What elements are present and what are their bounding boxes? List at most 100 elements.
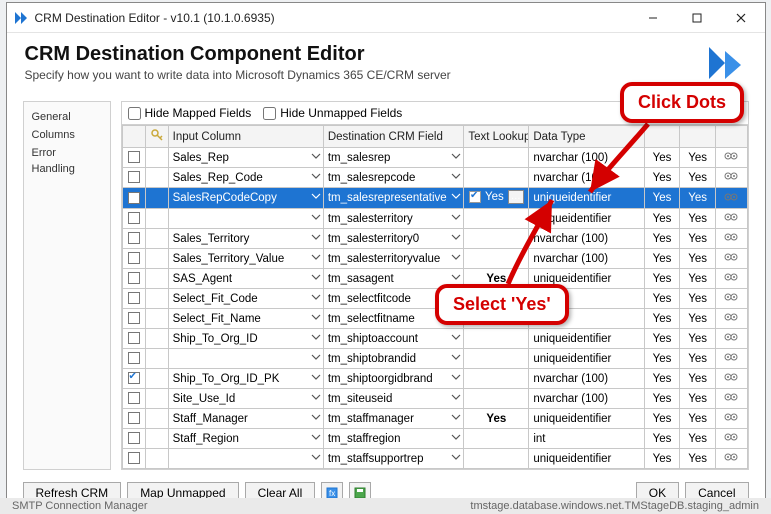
text-lookup-cell[interactable]	[464, 369, 529, 389]
table-row[interactable]: Ship_To_Org_IDtm_shiptoaccount uniqueiden…	[122, 329, 747, 349]
input-column-cell[interactable]: Staff_Manager	[168, 409, 323, 429]
row-checkbox[interactable]	[128, 372, 140, 384]
input-column-cell[interactable]	[168, 449, 323, 469]
destination-field-cell[interactable]: tm_shiptoorgidbrand	[323, 369, 464, 389]
destination-field-cell[interactable]: tm_salesrep	[323, 148, 464, 168]
text-lookup-cell[interactable]	[464, 389, 529, 409]
text-lookup-cell[interactable]	[464, 168, 529, 188]
row-settings-button[interactable]	[715, 269, 747, 289]
text-lookup-cell[interactable]	[464, 449, 529, 469]
row-settings-button[interactable]	[715, 168, 747, 188]
table-row[interactable]: Staff_Managertm_staffmanagerYesuniqueide…	[122, 409, 747, 429]
row-checkbox[interactable]	[128, 452, 140, 464]
input-column-cell[interactable]: Sales_Rep_Code	[168, 168, 323, 188]
text-lookup-cell[interactable]	[464, 349, 529, 369]
sidebar-item-general[interactable]: General	[30, 108, 104, 126]
input-column-cell[interactable]: Ship_To_Org_ID	[168, 329, 323, 349]
destination-field-cell[interactable]: tm_shiptobrandid	[323, 349, 464, 369]
input-column-cell[interactable]: SAS_Agent	[168, 269, 323, 289]
textlookup-checkbox[interactable]	[469, 191, 481, 203]
row-checkbox[interactable]	[128, 252, 140, 264]
key-icon	[150, 128, 164, 142]
row-checkbox[interactable]	[128, 392, 140, 404]
destination-field-cell[interactable]: tm_siteuseid	[323, 389, 464, 409]
table-row[interactable]: tm_staffsupportrepuniqueidentifierYesYes	[122, 449, 747, 469]
row-checkbox[interactable]	[128, 292, 140, 304]
input-column-cell[interactable]: Staff_Region	[168, 429, 323, 449]
destination-field-cell[interactable]: tm_staffsupportrep	[323, 449, 464, 469]
row-settings-button[interactable]	[715, 409, 747, 429]
hide-mapped-checkbox[interactable]: Hide Mapped Fields	[128, 106, 252, 120]
col-dest[interactable]: Destination CRM Field	[323, 126, 464, 148]
destination-field-cell[interactable]: tm_staffmanager	[323, 409, 464, 429]
table-row[interactable]: Sales_Territorytm_salesterritory0nvarcha…	[122, 229, 747, 249]
row-settings-button[interactable]	[715, 449, 747, 469]
row-settings-button[interactable]	[715, 249, 747, 269]
row-checkbox[interactable]	[128, 192, 140, 204]
row-settings-button[interactable]	[715, 148, 747, 168]
row-settings-button[interactable]	[715, 429, 747, 449]
row-checkbox[interactable]	[128, 232, 140, 244]
destination-field-cell[interactable]: tm_salesrepresentative	[323, 188, 464, 209]
text-lookup-cell[interactable]	[464, 148, 529, 168]
destination-field-cell[interactable]: tm_salesterritory	[323, 209, 464, 229]
col-textlookup[interactable]: Text Lookup	[464, 126, 529, 148]
input-column-cell[interactable]: Select_Fit_Code	[168, 289, 323, 309]
flag-col-2: Yes	[680, 369, 716, 389]
destination-field-cell[interactable]: tm_salesterritory0	[323, 229, 464, 249]
text-lookup-cell[interactable]	[464, 429, 529, 449]
destination-field-cell[interactable]: tm_salesrepcode	[323, 168, 464, 188]
row-settings-button[interactable]	[715, 229, 747, 249]
input-column-cell[interactable]: Site_Use_Id	[168, 389, 323, 409]
input-column-cell[interactable]: Sales_Rep	[168, 148, 323, 168]
row-checkbox[interactable]	[128, 272, 140, 284]
input-column-cell[interactable]: Select_Fit_Name	[168, 309, 323, 329]
input-column-cell[interactable]: Sales_Territory_Value	[168, 249, 323, 269]
table-row[interactable]: Sales_Territory_Valuetm_salesterritoryva…	[122, 249, 747, 269]
table-row[interactable]: tm_shiptobrandiduniqueidentifierYesYes	[122, 349, 747, 369]
maximize-button[interactable]	[675, 4, 719, 32]
input-column-cell[interactable]: Sales_Territory	[168, 229, 323, 249]
table-row[interactable]: SAS_Agenttm_sasagentYesuniqueidentifierY…	[122, 269, 747, 289]
text-lookup-cell[interactable]: Yes	[464, 409, 529, 429]
row-checkbox[interactable]	[128, 332, 140, 344]
row-checkbox[interactable]	[128, 312, 140, 324]
hide-unmapped-checkbox[interactable]: Hide Unmapped Fields	[263, 106, 402, 120]
close-button[interactable]	[719, 4, 763, 32]
row-checkbox[interactable]	[128, 151, 140, 163]
text-lookup-cell[interactable]	[464, 329, 529, 349]
input-column-cell[interactable]	[168, 349, 323, 369]
datatype-cell: uniqueidentifier	[529, 329, 644, 349]
row-settings-button[interactable]	[715, 349, 747, 369]
row-settings-button[interactable]	[715, 329, 747, 349]
destination-field-cell[interactable]: tm_shiptoaccount	[323, 329, 464, 349]
col-input[interactable]: Input Column	[168, 126, 323, 148]
flag-col-1: Yes	[644, 449, 680, 469]
table-row[interactable]: Ship_To_Org_ID_PKtm_shiptoorgidbrandnvar…	[122, 369, 747, 389]
destination-field-cell[interactable]: tm_salesterritoryvalue	[323, 249, 464, 269]
minimize-button[interactable]	[631, 4, 675, 32]
row-checkbox[interactable]	[128, 432, 140, 444]
sidebar-item-error-handling[interactable]: Error Handling	[30, 144, 104, 178]
flag-col-1: Yes	[644, 389, 680, 409]
table-row[interactable]: Staff_Regiontm_staffregionintYesYes	[122, 429, 747, 449]
col-checkbox	[122, 126, 145, 148]
flag-col-1: Yes	[644, 289, 680, 309]
row-settings-button[interactable]	[715, 209, 747, 229]
row-checkbox[interactable]	[128, 352, 140, 364]
row-settings-button[interactable]	[715, 369, 747, 389]
row-settings-button[interactable]	[715, 289, 747, 309]
row-settings-button[interactable]	[715, 389, 747, 409]
input-column-cell[interactable]	[168, 209, 323, 229]
table-row[interactable]: tm_salesterritoryuniqueidentifierYesYes	[122, 209, 747, 229]
row-settings-button[interactable]	[715, 188, 747, 209]
row-settings-button[interactable]	[715, 309, 747, 329]
table-row[interactable]: Site_Use_Idtm_siteuseidnvarchar (100)Yes…	[122, 389, 747, 409]
row-checkbox[interactable]	[128, 412, 140, 424]
input-column-cell[interactable]: Ship_To_Org_ID_PK	[168, 369, 323, 389]
input-column-cell[interactable]: SalesRepCodeCopy	[168, 188, 323, 209]
destination-field-cell[interactable]: tm_staffregion	[323, 429, 464, 449]
row-checkbox[interactable]	[128, 171, 140, 183]
sidebar-item-columns[interactable]: Columns	[30, 126, 104, 144]
row-checkbox[interactable]	[128, 212, 140, 224]
